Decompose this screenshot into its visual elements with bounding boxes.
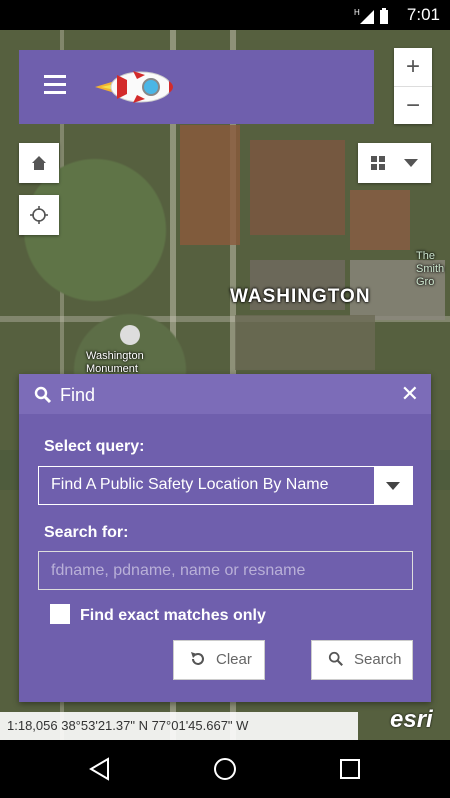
clock: 7:01 xyxy=(406,5,440,24)
exact-match-checkbox[interactable] xyxy=(50,604,70,624)
search-button[interactable]: Search xyxy=(311,640,413,680)
rocket-logo-icon xyxy=(95,71,173,103)
select-query-label: Select query: xyxy=(44,438,145,455)
home-button[interactable] xyxy=(19,143,59,183)
find-panel-header: Find ✕ xyxy=(19,374,431,414)
query-select[interactable]: Find A Public Safety Location By Name xyxy=(38,466,413,505)
basemap-button[interactable] xyxy=(358,143,431,183)
navigation-bar xyxy=(0,740,450,798)
chevron-down-icon xyxy=(404,159,418,167)
home-nav-icon[interactable] xyxy=(213,757,237,781)
map-label-monument: Washington Monument xyxy=(86,350,144,375)
locate-button[interactable] xyxy=(19,195,59,235)
menu-icon[interactable] xyxy=(44,75,66,94)
coordinate-readout: 1:18,056 38°53'21.37" N 77°01'45.667" W xyxy=(0,712,358,740)
esri-logo: esri xyxy=(390,706,433,733)
search-icon xyxy=(328,651,343,666)
svg-text:H: H xyxy=(354,8,360,17)
app-header xyxy=(19,50,374,124)
signal-icon: H xyxy=(354,8,388,24)
exact-match-label: Find exact matches only xyxy=(80,607,266,624)
zoom-in-button[interactable]: + xyxy=(394,48,432,86)
close-icon[interactable]: ✕ xyxy=(401,381,419,407)
search-button-label: Search xyxy=(354,651,402,668)
map-label-city: WASHINGTON xyxy=(230,286,371,307)
query-select-value: Find A Public Safety Location By Name xyxy=(51,476,329,493)
search-for-label: Search for: xyxy=(44,524,129,541)
home-icon xyxy=(32,156,46,170)
search-input-placeholder: fdname, pdname, name or resname xyxy=(51,562,306,579)
search-icon xyxy=(34,386,52,404)
zoom-out-button[interactable]: − xyxy=(394,87,432,125)
undo-icon xyxy=(191,652,204,665)
recents-icon[interactable] xyxy=(339,758,361,780)
crosshair-icon xyxy=(30,206,48,224)
clear-button-label: Clear xyxy=(216,651,252,668)
find-panel: Find ✕ Select query: Find A Public Safet… xyxy=(19,374,431,702)
clear-button[interactable]: Clear xyxy=(173,640,265,680)
back-icon[interactable] xyxy=(88,757,112,781)
map-label-smithsonian: The Smith Gro xyxy=(416,250,445,288)
grid-icon xyxy=(371,156,385,170)
status-bar: H 7:01 xyxy=(0,0,450,30)
find-panel-title: Find xyxy=(60,385,96,405)
chevron-down-icon xyxy=(386,482,400,490)
zoom-control: + − xyxy=(394,48,432,124)
search-input[interactable]: fdname, pdname, name or resname xyxy=(38,551,413,590)
query-select-dropdown[interactable] xyxy=(374,467,412,504)
